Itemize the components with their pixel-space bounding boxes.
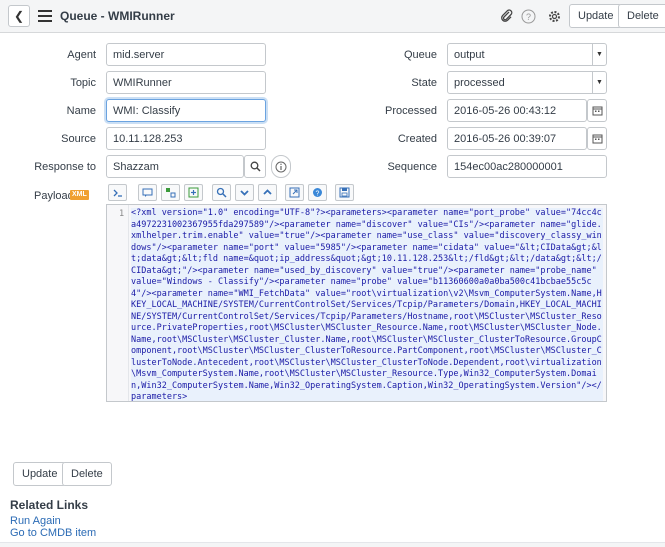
processed-calendar-button[interactable] bbox=[587, 99, 607, 122]
toggle-comment-icon bbox=[166, 188, 176, 198]
agent-label: Agent bbox=[67, 49, 96, 61]
created-field[interactable]: 2016-05-26 00:39:07 bbox=[447, 127, 587, 150]
search-code-button[interactable] bbox=[212, 184, 231, 201]
queue-select[interactable]: output ▼ bbox=[447, 43, 607, 66]
format-code-button[interactable] bbox=[108, 184, 127, 201]
payload-code[interactable]: <?xml version="1.0" encoding="UTF-8"?><p… bbox=[131, 208, 603, 401]
bottom-update-button[interactable]: Update bbox=[13, 462, 67, 486]
payload-label: Payload bbox=[34, 190, 74, 202]
topic-label: Topic bbox=[70, 77, 96, 89]
processed-field[interactable]: 2016-05-26 00:43:12 bbox=[447, 99, 587, 122]
form-header: ❮ Queue - WMIRunner ? Update Delete bbox=[0, 0, 665, 33]
find-next-button[interactable] bbox=[235, 184, 254, 201]
info-icon bbox=[275, 161, 287, 172]
source-field[interactable]: 10.11.128.253 bbox=[106, 127, 266, 150]
state-label: State bbox=[411, 77, 437, 89]
state-select-value: processed bbox=[454, 76, 505, 89]
comment-button[interactable] bbox=[138, 184, 157, 201]
payload-editor[interactable]: 1 <?xml version="1.0" encoding="UTF-8"?>… bbox=[106, 204, 607, 402]
help-icon: ? bbox=[313, 188, 322, 197]
topic-field[interactable]: WMIRunner bbox=[106, 71, 266, 94]
svg-text:?: ? bbox=[525, 12, 530, 22]
queue-select-value: output bbox=[454, 48, 485, 61]
caret-down-icon: ▼ bbox=[592, 72, 606, 93]
format-code-icon bbox=[113, 189, 122, 197]
svg-text:?: ? bbox=[316, 190, 320, 197]
comment-icon bbox=[142, 188, 153, 197]
delete-button[interactable]: Delete bbox=[618, 4, 665, 28]
sequence-field[interactable]: 154ec00ac280000001 bbox=[447, 155, 607, 178]
find-previous-button[interactable] bbox=[258, 184, 277, 201]
expand-icon bbox=[289, 187, 300, 198]
chevron-up-icon bbox=[263, 189, 272, 195]
caret-down-icon: ▼ bbox=[592, 44, 606, 65]
state-select[interactable]: processed ▼ bbox=[447, 71, 607, 94]
hamburger-menu-icon[interactable] bbox=[38, 10, 52, 22]
response-to-label: Response to bbox=[34, 161, 96, 173]
processed-label: Processed bbox=[385, 105, 437, 117]
page-title: Queue - WMIRunner bbox=[60, 9, 175, 23]
update-button[interactable]: Update bbox=[569, 4, 623, 28]
calendar-icon bbox=[592, 106, 602, 116]
related-links-title: Related Links bbox=[10, 498, 89, 512]
line-number: 1 bbox=[119, 209, 125, 219]
save-icon bbox=[339, 187, 350, 198]
insert-icon bbox=[188, 187, 199, 198]
footer-divider bbox=[0, 542, 665, 547]
go-to-cmdb-item-link[interactable]: Go to CMDB item bbox=[10, 527, 96, 539]
response-to-field[interactable]: Shazzam bbox=[106, 155, 244, 178]
name-field[interactable]: WMI: Classify bbox=[106, 99, 266, 122]
sequence-label: Sequence bbox=[387, 161, 437, 173]
paperclip-icon[interactable] bbox=[499, 8, 515, 24]
insert-button[interactable] bbox=[184, 184, 203, 201]
created-label: Created bbox=[397, 133, 437, 145]
xml-badge: XML bbox=[70, 190, 89, 200]
chevron-down-icon bbox=[240, 190, 249, 196]
search-icon bbox=[250, 161, 261, 172]
queue-label: Queue bbox=[403, 49, 437, 61]
agent-field[interactable]: mid.server bbox=[106, 43, 266, 66]
run-again-link[interactable]: Run Again bbox=[10, 515, 61, 527]
bottom-delete-button[interactable]: Delete bbox=[62, 462, 112, 486]
lookup-search-button[interactable] bbox=[244, 155, 266, 178]
gear-icon[interactable] bbox=[546, 8, 562, 24]
calendar-icon bbox=[592, 134, 602, 144]
created-calendar-button[interactable] bbox=[587, 127, 607, 150]
source-label: Source bbox=[61, 133, 96, 145]
reference-info-button[interactable] bbox=[271, 155, 291, 178]
editor-help-button[interactable]: ? bbox=[308, 184, 327, 201]
search-icon bbox=[216, 187, 227, 198]
chevron-left-icon: ❮ bbox=[13, 9, 25, 23]
help-icon[interactable]: ? bbox=[520, 8, 536, 24]
expand-editor-button[interactable] bbox=[285, 184, 304, 201]
name-label: Name bbox=[66, 105, 96, 117]
editor-gutter: 1 bbox=[107, 205, 129, 401]
back-button[interactable]: ❮ bbox=[8, 5, 30, 27]
toggle-comment-button[interactable] bbox=[161, 184, 180, 201]
save-code-button[interactable] bbox=[335, 184, 354, 201]
